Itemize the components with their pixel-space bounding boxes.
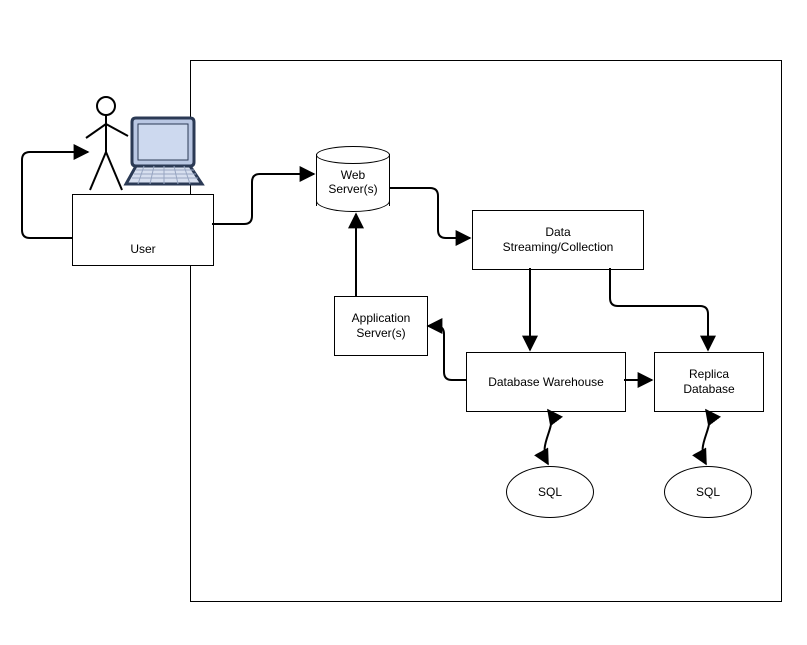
node-web-server-label: Web Server(s) (328, 168, 377, 196)
node-replica-database-label: Replica Database (683, 367, 734, 397)
node-replica-database: Replica Database (654, 352, 764, 412)
node-user-label: User (130, 242, 155, 257)
node-web-server: Web Server(s) (316, 146, 390, 212)
node-application-server: Application Server(s) (334, 296, 428, 356)
node-database-warehouse-label: Database Warehouse (488, 375, 604, 390)
node-database-warehouse: Database Warehouse (466, 352, 626, 412)
node-application-server-label: Application Server(s) (352, 311, 411, 341)
node-sql-right-label: SQL (696, 485, 720, 499)
diagram-canvas: User (0, 0, 807, 645)
node-data-streaming: Data Streaming/Collection (472, 210, 644, 270)
node-user: User (72, 194, 214, 266)
system-boundary-box (190, 60, 782, 602)
user-laptop-icon (78, 90, 208, 200)
node-sql-left-label: SQL (538, 485, 562, 499)
node-sql-left: SQL (506, 466, 594, 518)
node-sql-right: SQL (664, 466, 752, 518)
node-data-streaming-label: Data Streaming/Collection (503, 225, 614, 255)
